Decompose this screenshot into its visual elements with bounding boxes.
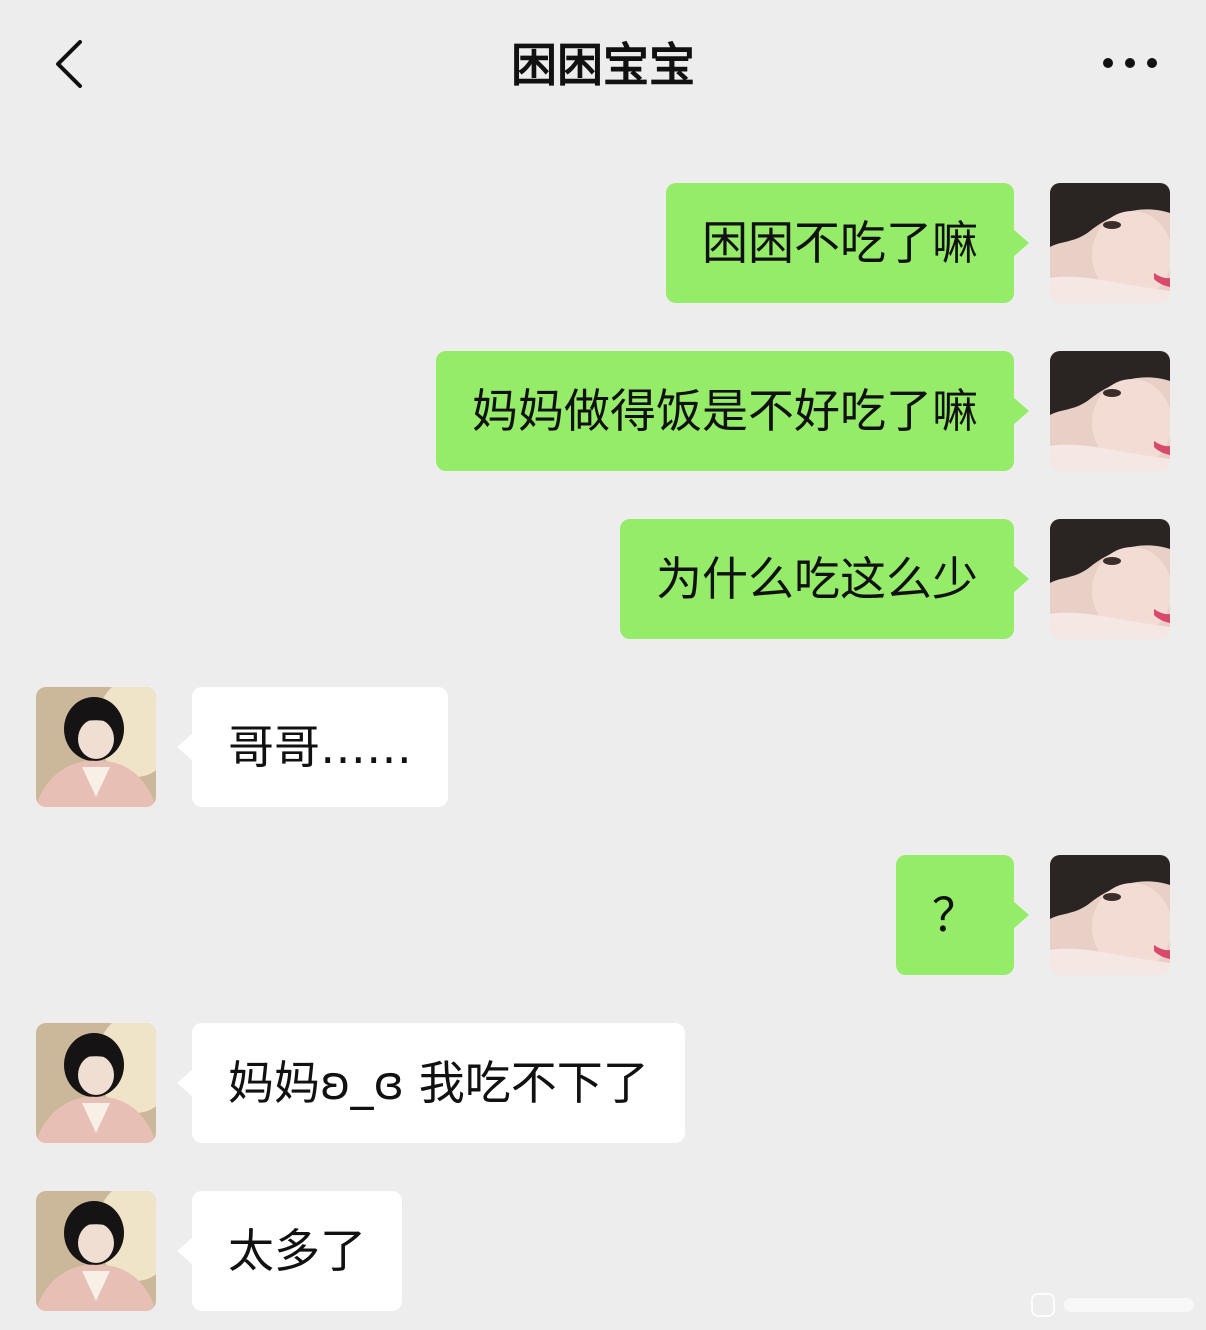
contact-avatar[interactable] — [36, 1191, 156, 1311]
chat-title: 困困宝宝 — [511, 38, 695, 92]
self-avatar[interactable] — [1050, 183, 1170, 303]
message-bubble[interactable]: 困困不吃了嘛 — [666, 183, 1029, 303]
chat-header: 困困宝宝 — [0, 0, 1206, 130]
message-bubble[interactable]: ？ — [896, 855, 1029, 975]
message-bubble[interactable]: 哥哥…… — [177, 687, 448, 807]
message-row: 困困不吃了嘛 — [0, 183, 1206, 303]
message-row: 妈妈做得饭是不好吃了嘛 — [0, 351, 1206, 471]
message-bubble[interactable]: 为什么吃这么少 — [620, 519, 1029, 639]
self-avatar[interactable] — [1050, 351, 1170, 471]
message-row: 哥哥…… — [0, 687, 1206, 807]
self-avatar[interactable] — [1050, 519, 1170, 639]
message-row: 为什么吃这么少 — [0, 519, 1206, 639]
contact-avatar[interactable] — [36, 1023, 156, 1143]
message-row: ？ — [0, 855, 1206, 975]
message-bubble[interactable]: 妈妈ʚ_ɞ 我吃不下了 — [177, 1023, 685, 1143]
watermark-logo — [1030, 1290, 1200, 1320]
self-avatar[interactable] — [1050, 855, 1170, 975]
message-row: 妈妈ʚ_ɞ 我吃不下了 — [0, 1023, 1206, 1143]
message-row: 太多了 — [0, 1191, 1206, 1311]
ellipsis-icon — [1103, 58, 1157, 68]
message-bubble[interactable]: 太多了 — [177, 1191, 402, 1311]
message-bubble[interactable]: 妈妈做得饭是不好吃了嘛 — [436, 351, 1029, 471]
more-button[interactable] — [1098, 46, 1162, 80]
contact-avatar[interactable] — [36, 687, 156, 807]
